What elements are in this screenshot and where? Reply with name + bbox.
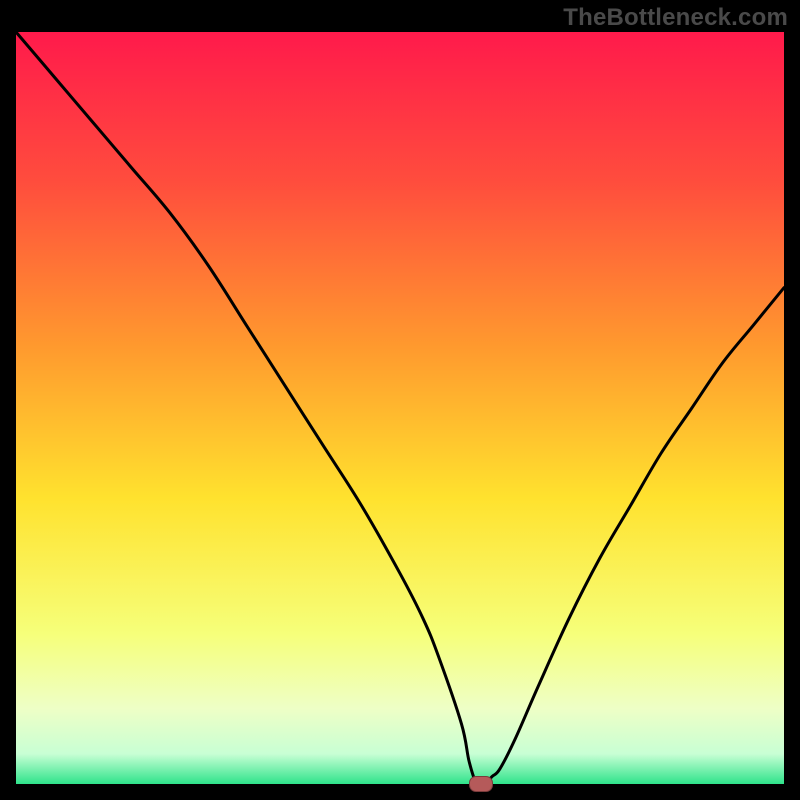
chart-plot <box>16 32 784 784</box>
chart-frame: TheBottleneck.com <box>0 0 800 800</box>
chart-svg <box>16 32 784 784</box>
chart-background-gradient <box>16 32 784 784</box>
optimal-point-marker <box>469 776 493 792</box>
watermark-text: TheBottleneck.com <box>563 4 788 32</box>
